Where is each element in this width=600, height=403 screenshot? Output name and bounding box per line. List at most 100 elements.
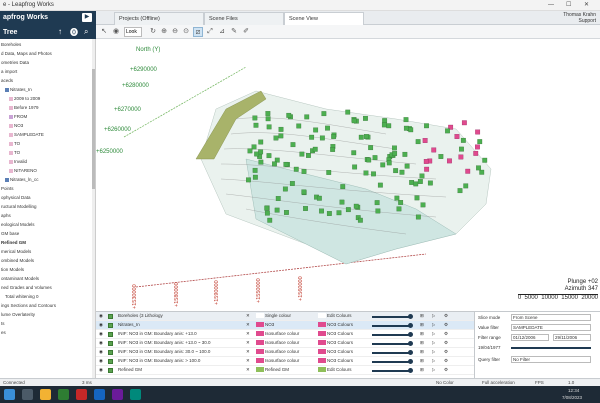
shape-row[interactable]: ◉ INIF: NO3 in GM: Boundary anis: +13.0 ✕ I… — [96, 330, 474, 339]
borehole-marker[interactable] — [458, 154, 464, 160]
tree-item[interactable]: TO — [9, 140, 20, 147]
borehole-marker[interactable] — [246, 177, 251, 183]
borehole-marker[interactable] — [403, 117, 409, 123]
slice-toggle-icon[interactable]: ▷ — [432, 366, 435, 374]
opacity-slider[interactable] — [372, 333, 412, 336]
opacity-slider[interactable] — [372, 324, 412, 327]
visibility-checkbox[interactable] — [108, 331, 113, 337]
colour-button[interactable]: NO3 Colours — [318, 321, 366, 329]
borehole-marker[interactable] — [274, 207, 280, 213]
borehole-marker[interactable] — [301, 189, 307, 195]
borehole-marker[interactable] — [264, 205, 270, 211]
tree-item[interactable]: a import — [1, 68, 17, 75]
filter-icon[interactable]: ⊞ — [420, 339, 424, 347]
opacity-slider[interactable] — [372, 315, 412, 318]
maximize-button[interactable]: ☐ — [566, 0, 571, 11]
filter-icon[interactable]: ⊞ — [420, 321, 424, 329]
shape-row[interactable]: ◉ INIF: NO3 in GM: Boundary anis: 30.0 ~ … — [96, 348, 474, 357]
eye-icon[interactable]: ◉ — [99, 357, 103, 365]
slice-toggle-icon[interactable]: ▷ — [432, 321, 435, 329]
eye-icon[interactable]: ◉ — [99, 366, 103, 374]
tree-item[interactable]: aceds — [1, 77, 13, 84]
slice-mode-select[interactable]: From Scene — [511, 314, 591, 321]
borehole-marker[interactable] — [313, 127, 319, 133]
tree-item[interactable]: Total whitening 0 — [5, 293, 39, 300]
tree-item[interactable]: ombined Models — [1, 257, 34, 264]
borehole-marker[interactable] — [309, 134, 315, 140]
colour-button[interactable]: NO3 Colours — [318, 339, 366, 347]
borehole-marker[interactable] — [461, 120, 467, 126]
shape-style-select[interactable]: Isosurface colour — [256, 339, 314, 347]
borehole-marker[interactable] — [264, 210, 270, 216]
tree-item[interactable]: Points — [1, 185, 14, 192]
search-icon[interactable] — [22, 389, 33, 400]
colour-button[interactable]: NO3 Colours — [318, 330, 366, 338]
delete-icon[interactable]: ✕ — [246, 321, 250, 329]
tree-item[interactable]: GM base — [1, 230, 19, 237]
borehole-marker[interactable] — [368, 145, 374, 151]
tree-item[interactable]: es — [1, 329, 6, 336]
opacity-slider[interactable] — [372, 351, 412, 354]
opacity-knob[interactable] — [408, 313, 413, 319]
settings-icon[interactable]: ⚙ — [444, 366, 448, 374]
range-to-field[interactable]: 29/11/2006 — [553, 334, 591, 341]
visibility-checkbox[interactable] — [108, 349, 113, 355]
shape-row[interactable]: ◉ Nitrates_In ✕ NO3 NO3 Colours ⊞ ▷ ⚙ — [96, 321, 474, 330]
color-status[interactable]: No Color — [436, 379, 454, 386]
borehole-marker[interactable] — [252, 167, 258, 173]
borehole-marker[interactable] — [265, 111, 271, 116]
settings-icon[interactable]: ⚙ — [444, 330, 448, 338]
borehole-marker[interactable] — [382, 118, 388, 124]
user-info[interactable]: Thomas Krahn Support — [563, 12, 596, 24]
tab-scene-files[interactable]: Scene Files — [204, 12, 284, 25]
borehole-marker[interactable] — [296, 123, 302, 129]
colour-button[interactable]: Edit Colours — [318, 366, 366, 374]
tree-item[interactable]: Boreholes — [1, 41, 21, 48]
borehole-marker[interactable] — [351, 150, 357, 156]
borehole-marker[interactable] — [326, 211, 332, 216]
shape-row[interactable]: ◉ Boreholes (3 Lithology ✕ Single colour Edi… — [96, 312, 474, 321]
borehole-marker[interactable] — [408, 127, 414, 133]
borehole-marker[interactable] — [424, 166, 430, 172]
borehole-marker[interactable] — [265, 116, 271, 122]
opacity-knob[interactable] — [408, 358, 413, 364]
range-slider[interactable] — [511, 347, 591, 349]
value-filter-select[interactable]: SAMPLEDATE — [511, 324, 591, 331]
eye-icon[interactable]: ◉ — [99, 330, 103, 338]
opacity-knob[interactable] — [408, 331, 413, 337]
borehole-marker[interactable] — [273, 135, 279, 141]
settings-icon[interactable]: ⚙ — [444, 339, 448, 347]
tree-item[interactable]: Nitrates_ln_cc — [5, 176, 39, 183]
tree-item[interactable]: ts — [1, 320, 5, 327]
camera-icon[interactable]: ◉ — [111, 27, 121, 37]
borehole-marker[interactable] — [371, 171, 376, 177]
borehole-marker[interactable] — [345, 207, 351, 213]
borehole-marker[interactable] — [475, 144, 480, 150]
borehole-marker[interactable] — [460, 137, 466, 143]
opacity-knob[interactable] — [408, 349, 413, 355]
borehole-marker[interactable] — [282, 186, 288, 192]
borehole-marker[interactable] — [392, 145, 397, 151]
borehole-marker[interactable] — [286, 112, 292, 118]
borehole-marker[interactable] — [372, 155, 378, 161]
tree-item[interactable]: NITARENO — [9, 167, 37, 174]
tree-item[interactable]: ings Sections and Contours — [1, 302, 56, 309]
tree-item[interactable]: ometries Data — [1, 59, 29, 66]
borehole-marker[interactable] — [252, 115, 258, 121]
north-icon[interactable]: ⊕ — [159, 27, 169, 37]
borehole-marker[interactable] — [463, 183, 469, 189]
borehole-marker[interactable] — [393, 168, 399, 174]
eye-icon[interactable]: ◉ — [99, 312, 103, 320]
tree-item[interactable]: merical Models — [1, 248, 31, 255]
borehole-marker[interactable] — [326, 170, 332, 175]
filter-icon[interactable]: ⊞ — [420, 330, 424, 338]
borehole-marker[interactable] — [252, 174, 258, 180]
visibility-checkbox[interactable] — [108, 358, 113, 364]
delete-icon[interactable]: ✕ — [246, 330, 250, 338]
app-icon[interactable] — [112, 389, 123, 400]
slice-toggle-icon[interactable]: ▷ — [432, 339, 435, 347]
tree-scrollbar[interactable] — [92, 39, 95, 378]
folder-icon[interactable] — [40, 389, 51, 400]
tab-scene-view[interactable]: Scene View — [284, 12, 364, 25]
borehole-marker[interactable] — [402, 151, 408, 157]
